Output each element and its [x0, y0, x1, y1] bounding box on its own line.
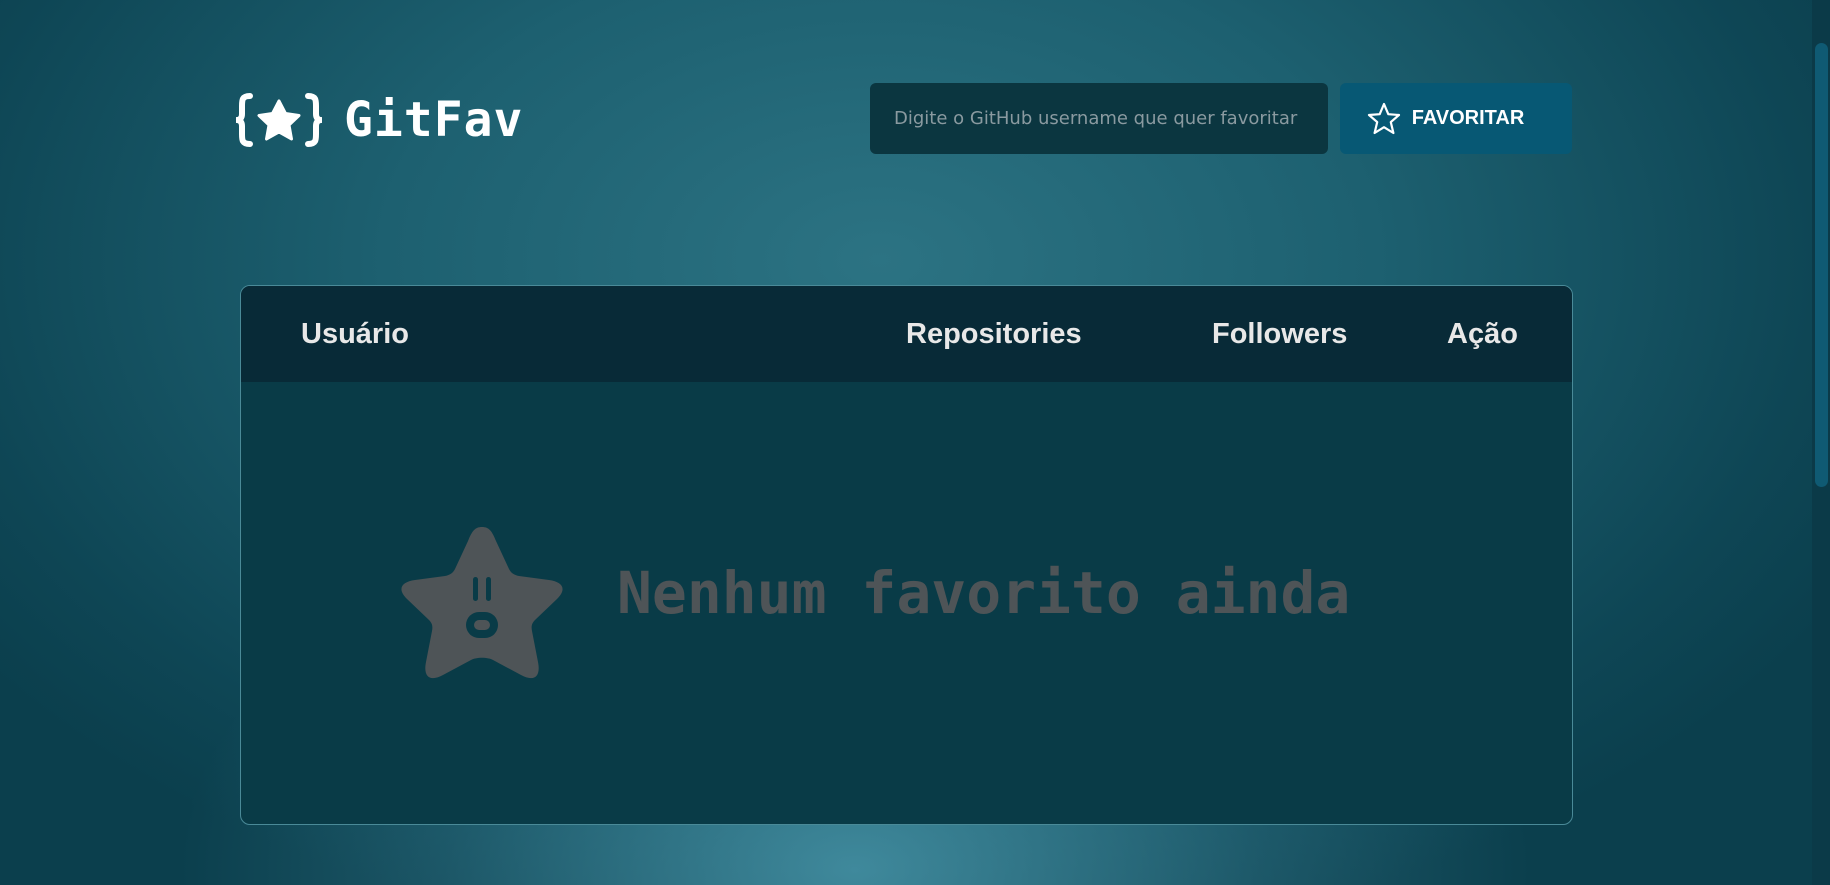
favorites-table: Usuário Repositories Followers Ação Nenh… — [240, 285, 1573, 825]
scrollbar-thumb[interactable] — [1815, 43, 1828, 487]
vertical-scrollbar[interactable] — [1812, 0, 1830, 885]
empty-state: Nenhum favorito ainda — [241, 382, 1572, 824]
table-header: Usuário Repositories Followers Ação — [241, 286, 1572, 382]
star-outline-icon — [1367, 102, 1400, 134]
username-search-input[interactable] — [870, 83, 1328, 154]
surprised-star-icon — [401, 527, 563, 679]
logo: GitFav — [236, 88, 523, 152]
column-header-followers: Followers — [1212, 318, 1348, 350]
app-title: GitFav — [344, 92, 524, 148]
favorite-button[interactable]: FAVORITAR — [1340, 83, 1572, 154]
column-header-user: Usuário — [301, 318, 409, 350]
column-header-action: Ação — [1447, 318, 1518, 350]
empty-state-message: Nenhum favorito ainda — [617, 559, 1351, 627]
braces-star-icon — [236, 93, 322, 147]
column-header-repositories: Repositories — [906, 318, 1082, 350]
favorite-button-label: FAVORITAR — [1411, 107, 1525, 129]
page: GitFav FAVORITAR Usuário Repositories Fo… — [0, 0, 1812, 885]
